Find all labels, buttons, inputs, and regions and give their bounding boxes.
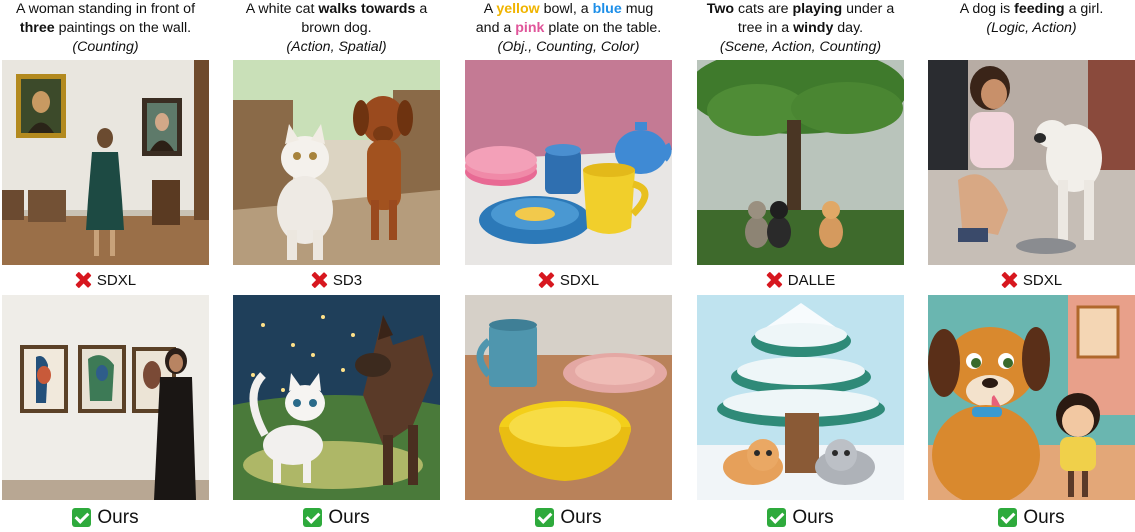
comparison-column-4: Two cats are playing under a tree in a w… [697, 0, 904, 532]
caption-keyword: windy [793, 20, 834, 36]
baseline-image-cat-dog [233, 60, 440, 265]
comparison-column-2: A white cat walks towards a brown dog. (… [233, 0, 440, 532]
model-name: SDXL [559, 271, 600, 289]
baseline-label: SDXL [928, 265, 1135, 295]
ours-label: Ours [2, 500, 209, 532]
caption-text: A woman standing in front of [15, 1, 196, 17]
ours-image-cats-tree [697, 295, 904, 500]
prompt-caption: A dog is feeding a girl. (Logic, Action) [928, 0, 1135, 60]
check-mark-icon [72, 508, 92, 527]
caption-text: day. [837, 20, 864, 36]
baseline-image-tableware [465, 60, 672, 265]
ours-image-gallery-woman [2, 295, 209, 500]
caption-tags: (Action, Spatial) [286, 39, 387, 55]
cross-mark-icon [1001, 272, 1017, 288]
caption-keyword: Two [706, 1, 735, 17]
caption-keyword: playing [792, 1, 843, 17]
caption-tags: (Obj., Counting, Color) [497, 39, 640, 55]
caption-text: and a [475, 20, 512, 36]
prompt-caption: A white cat walks towards a brown dog. (… [233, 0, 440, 60]
ours-label: Ours [697, 500, 904, 532]
caption-text: plate on the table. [548, 20, 662, 36]
model-name: Ours [97, 506, 139, 528]
caption-text: cats are [738, 1, 789, 17]
caption-text: A [483, 1, 493, 17]
baseline-image-cats-tree [697, 60, 904, 265]
caption-text: A dog is [959, 1, 1011, 17]
ours-image-tableware [465, 295, 672, 500]
cross-mark-icon [766, 272, 782, 288]
model-name: SD3 [332, 271, 363, 289]
caption-color-yellow: yellow [496, 1, 540, 17]
prompt-caption: A woman standing in front of three paint… [2, 0, 209, 60]
baseline-label: SD3 [233, 265, 440, 295]
caption-tags: (Scene, Action, Counting) [719, 39, 882, 55]
ours-label: Ours [465, 500, 672, 532]
prompt-caption: A yellow bowl, a blue mug and a pink pla… [465, 0, 672, 60]
caption-tags: (Counting) [72, 39, 139, 55]
caption-text: A white cat [245, 1, 315, 17]
model-name: Ours [1023, 506, 1065, 528]
model-name: Ours [792, 506, 834, 528]
cross-mark-icon [311, 272, 327, 288]
caption-color-pink: pink [515, 20, 545, 36]
ours-image-dog-girl [928, 295, 1135, 500]
baseline-image-gallery-woman [2, 60, 209, 265]
caption-text: paintings on the wall. [58, 20, 192, 36]
check-mark-icon [535, 508, 555, 527]
caption-keyword: three [19, 20, 55, 36]
comparison-column-1: A woman standing in front of three paint… [2, 0, 209, 532]
baseline-image-dog-girl [928, 60, 1135, 265]
model-name: SDXL [1022, 271, 1063, 289]
comparison-column-3: A yellow bowl, a blue mug and a pink pla… [465, 0, 672, 532]
cross-mark-icon [538, 272, 554, 288]
caption-keyword: feeding [1014, 1, 1065, 17]
ours-label: Ours [233, 500, 440, 532]
baseline-label: SDXL [465, 265, 672, 295]
check-mark-icon [998, 508, 1018, 527]
caption-text: mug [625, 1, 654, 17]
ours-label: Ours [928, 500, 1135, 532]
caption-color-blue: blue [592, 1, 622, 17]
check-mark-icon [303, 508, 323, 527]
baseline-label: DALLE [697, 265, 904, 295]
caption-tags: (Logic, Action) [986, 20, 1077, 36]
caption-text: bowl, a [543, 1, 589, 17]
ours-image-cat-dog [233, 295, 440, 500]
model-name: DALLE [787, 271, 836, 289]
model-name: Ours [328, 506, 370, 528]
prompt-caption: Two cats are playing under a tree in a w… [697, 0, 904, 60]
caption-keyword: walks towards [318, 1, 416, 17]
caption-text: a girl. [1068, 1, 1104, 17]
comparison-column-5: A dog is feeding a girl. (Logic, Action)… [928, 0, 1135, 532]
baseline-label: SDXL [2, 265, 209, 295]
cross-mark-icon [75, 272, 91, 288]
check-mark-icon [767, 508, 787, 527]
model-name: Ours [560, 506, 602, 528]
model-name: SDXL [96, 271, 137, 289]
